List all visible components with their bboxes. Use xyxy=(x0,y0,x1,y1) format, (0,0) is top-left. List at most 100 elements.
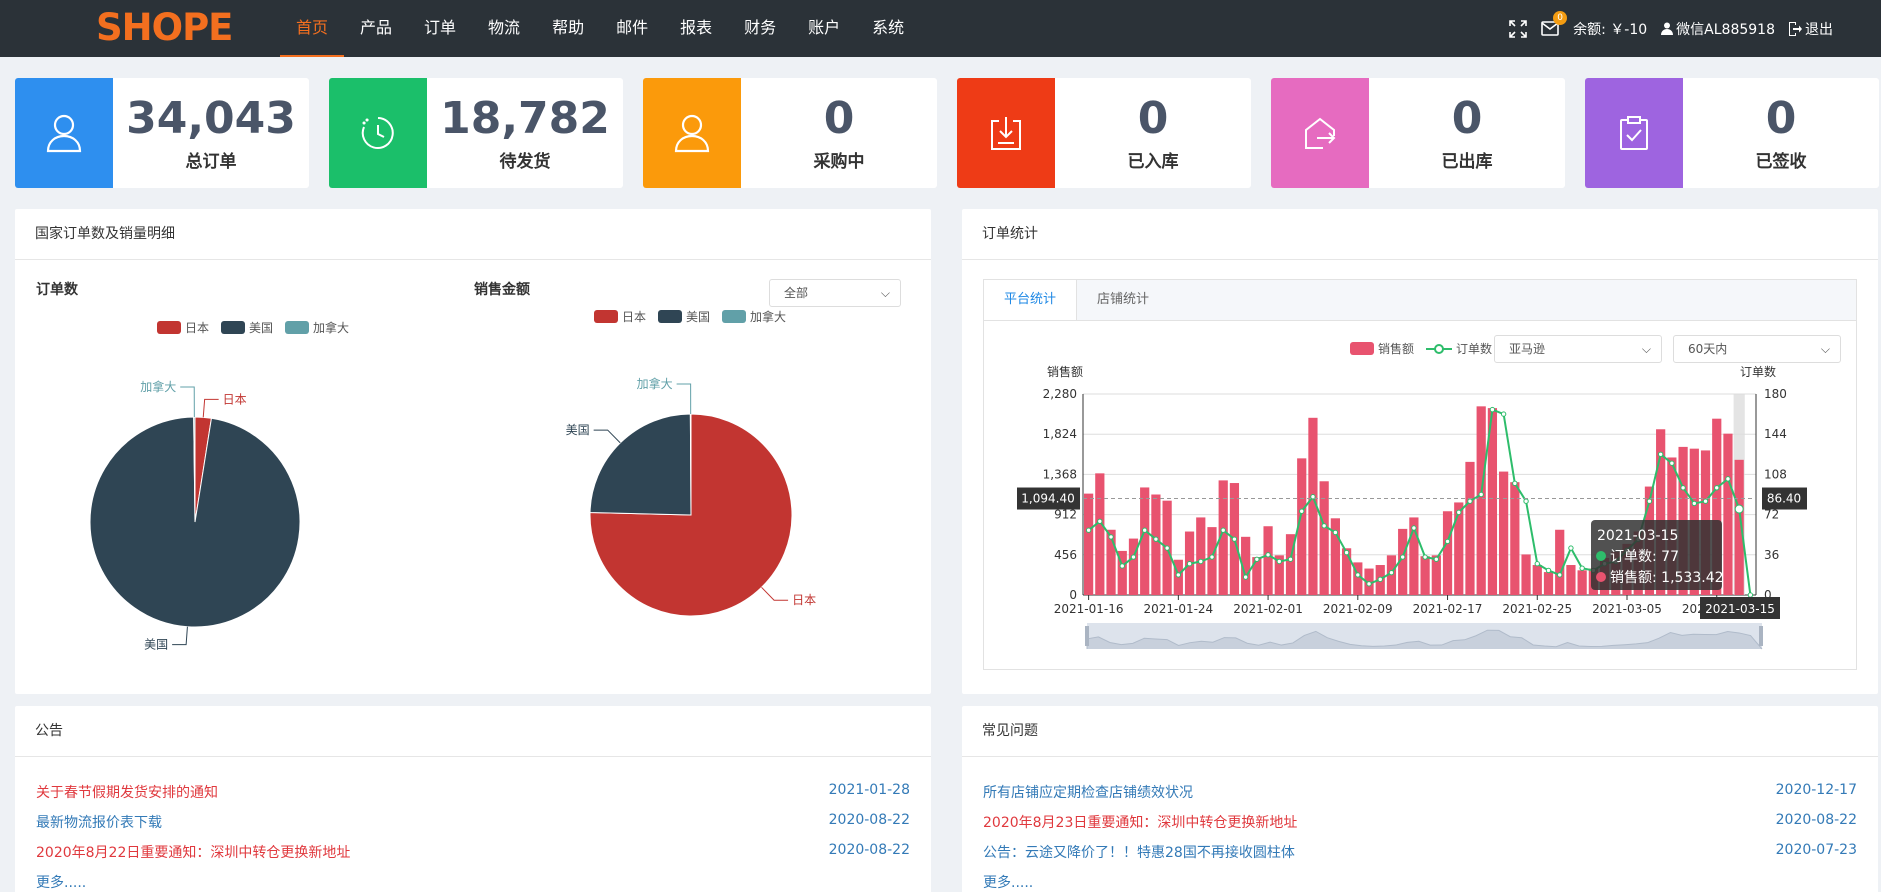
nav-reports[interactable]: 报表 xyxy=(664,0,728,57)
platform-select[interactable]: 亚马逊 ⌵ xyxy=(1494,335,1662,363)
legend-label: 订单数 xyxy=(1456,342,1493,356)
legend-item[interactable]: 日本 xyxy=(594,308,646,325)
panel-title: 国家订单数及销量明细 xyxy=(15,209,931,260)
faq-panel: 常见问题 所有店铺应定期检查店铺绩效状况 2020-12-17 2020年8月2… xyxy=(962,706,1878,892)
notice-list: 关于春节假期发货安排的通知 2021-01-28 最新物流报价表下载 2020-… xyxy=(36,782,910,892)
nav-finance[interactable]: 财务 xyxy=(728,0,792,57)
stat-label: 已入库 xyxy=(1127,151,1179,172)
logout-button[interactable]: 退出 xyxy=(1789,19,1833,39)
legend-item[interactable]: 美国 xyxy=(221,319,273,336)
notice-item[interactable]: 2020年8月22日重要通知：深圳中转仓更换新地址 2020-08-22 xyxy=(36,842,910,872)
pie-slice-美国 xyxy=(89,416,301,628)
notice-item[interactable]: 最新物流报价表下载 2020-08-22 xyxy=(36,812,910,842)
nav-products[interactable]: 产品 xyxy=(344,0,408,57)
nav-system[interactable]: 系统 xyxy=(856,0,920,57)
notice-panel: 公告 关于春节假期发货安排的通知 2021-01-28 最新物流报价表下载 20… xyxy=(15,706,931,892)
pie-label: 加拿大 xyxy=(140,379,176,394)
faq-item[interactable]: 2020年8月23日重要通知：深圳中转仓更换新地址 2020-08-22 xyxy=(983,812,1857,842)
main-nav: 首页 产品 订单 物流 帮助 邮件 报表 财务 账户 系统 xyxy=(280,0,920,57)
clipboard-check-icon xyxy=(1585,78,1683,188)
nav-account[interactable]: 账户 xyxy=(792,0,856,57)
faq-item[interactable]: 所有店铺应定期检查店铺绩效状况 2020-12-17 xyxy=(983,782,1857,812)
stat-value: 0 xyxy=(823,92,855,144)
notice-date: 2020-08-22 xyxy=(828,842,910,858)
legend-label: 美国 xyxy=(686,310,711,324)
stat-value: 18,782 xyxy=(440,92,610,144)
faq-title: 公告：云途又降价了！！特惠28国不再接收圆柱体 xyxy=(983,845,1295,861)
legend-item-sales[interactable]: 销售额 xyxy=(1350,340,1414,357)
stat-card-pending-shipment[interactable]: 18,782 待发货 xyxy=(329,78,623,188)
select-value: 亚马逊 xyxy=(1509,342,1546,356)
pie-slice-加拿大 xyxy=(689,413,692,516)
pie-label-line xyxy=(172,626,188,646)
stat-label: 已签收 xyxy=(1755,151,1807,172)
legend-item-orders[interactable]: 订单数 xyxy=(1426,340,1492,357)
stat-card-total-orders[interactable]: 34,043 总订单 xyxy=(15,78,309,188)
mail-icon[interactable]: 0 xyxy=(1541,11,1568,36)
pie-label-line xyxy=(593,429,621,444)
nav-orders[interactable]: 订单 xyxy=(408,0,472,57)
fullscreen-icon[interactable] xyxy=(1509,19,1527,38)
pie-label: 加拿大 xyxy=(637,376,673,391)
download-box-icon xyxy=(957,78,1055,188)
chevron-down-icon: ⌵ xyxy=(1641,342,1651,356)
panel-title: 常见问题 xyxy=(962,706,1878,757)
house-exit-icon xyxy=(1271,78,1369,188)
stat-card-stocked-in[interactable]: 0 已入库 xyxy=(957,78,1251,188)
stat-card-purchasing[interactable]: 0 采购中 xyxy=(643,78,937,188)
legend-label: 美国 xyxy=(249,321,274,335)
more-link[interactable]: 更多..... xyxy=(983,872,1857,892)
panel-title: 公告 xyxy=(15,706,931,757)
stat-label: 已出库 xyxy=(1441,151,1493,172)
stat-value: 0 xyxy=(1451,92,1483,144)
more-link[interactable]: 更多..... xyxy=(36,872,910,892)
nav-help[interactable]: 帮助 xyxy=(536,0,600,57)
legend-label: 加拿大 xyxy=(313,321,350,335)
notice-title: 最新物流报价表下载 xyxy=(36,815,162,831)
order-chart-box xyxy=(983,320,1857,670)
notice-item[interactable]: 关于春节假期发货安排的通知 2021-01-28 xyxy=(36,782,910,812)
stat-label: 待发货 xyxy=(499,151,551,172)
nav-home[interactable]: 首页 xyxy=(280,0,345,57)
chevron-down-icon: ⌵ xyxy=(880,286,890,300)
faq-title: 所有店铺应定期检查店铺绩效状况 xyxy=(983,785,1193,801)
nav-logistics[interactable]: 物流 xyxy=(472,0,536,57)
logout-label: 退出 xyxy=(1805,21,1833,38)
legend-item[interactable]: 加拿大 xyxy=(722,308,786,325)
pie-slice-日本 xyxy=(589,413,793,617)
stat-value: 0 xyxy=(1765,92,1797,144)
faq-list: 所有店铺应定期检查店铺绩效状况 2020-12-17 2020年8月23日重要通… xyxy=(983,782,1857,892)
pie-slice-美国 xyxy=(589,413,692,516)
faq-date: 2020-12-17 xyxy=(1775,782,1857,798)
stat-label: 采购中 xyxy=(813,151,865,172)
legend-item[interactable]: 美国 xyxy=(658,308,710,325)
balance-text: 余额: ￥-10 xyxy=(1573,21,1648,38)
country-filter-select[interactable]: 全部 ⌵ xyxy=(769,279,901,307)
user-menu[interactable]: 微信AL885918 xyxy=(1661,19,1775,39)
top-navbar: SHOPE 首页 产品 订单 物流 帮助 邮件 报表 财务 账户 系统 0 余额… xyxy=(0,0,1881,57)
clock-icon xyxy=(329,78,427,188)
notice-date: 2020-08-22 xyxy=(828,812,910,828)
legend-item[interactable]: 日本 xyxy=(157,319,209,336)
pie-slice-日本 xyxy=(194,416,212,523)
stat-label: 总订单 xyxy=(185,151,237,172)
user-icon xyxy=(643,78,741,188)
stat-value: 0 xyxy=(1137,92,1169,144)
stat-card-stocked-out[interactable]: 0 已出库 xyxy=(1271,78,1565,188)
stats-tabs: 平台统计 店铺统计 xyxy=(983,279,1857,320)
pie-label-line xyxy=(761,586,789,601)
order-chart-legend: 销售额 订单数 xyxy=(1350,340,1492,357)
legend-label: 日本 xyxy=(185,321,210,335)
legend-item[interactable]: 加拿大 xyxy=(285,319,349,336)
tab-platform[interactable]: 平台统计 xyxy=(984,280,1078,320)
nav-mail[interactable]: 邮件 xyxy=(600,0,664,57)
pie-label: 日本 xyxy=(792,593,816,607)
tab-store[interactable]: 店铺统计 xyxy=(1077,280,1169,320)
notice-title: 2020年8月22日重要通知：深圳中转仓更换新地址 xyxy=(36,845,351,861)
stat-card-signed[interactable]: 0 已签收 xyxy=(1585,78,1879,188)
pie-label: 美国 xyxy=(144,638,168,652)
faq-title: 2020年8月23日重要通知：深圳中转仓更换新地址 xyxy=(983,815,1298,831)
range-select[interactable]: 60天内 ⌵ xyxy=(1673,335,1841,363)
brand-logo[interactable]: SHOPE xyxy=(96,6,233,49)
faq-item[interactable]: 公告：云途又降价了！！特惠28国不再接收圆柱体 2020-07-23 xyxy=(983,842,1857,872)
